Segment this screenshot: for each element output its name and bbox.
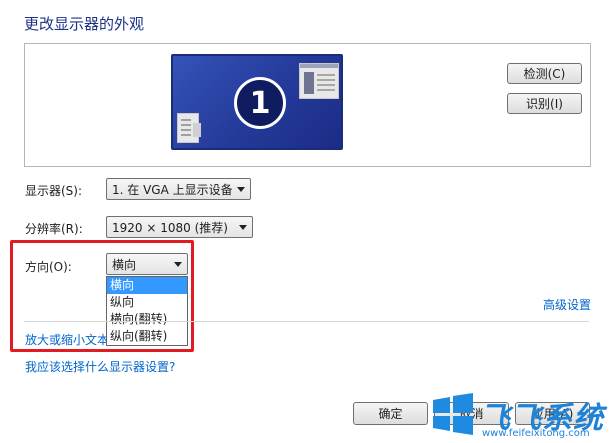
orientation-option[interactable]: 纵向 bbox=[107, 294, 187, 311]
help-link[interactable]: 我应该选择什么显示器设置? bbox=[25, 358, 175, 375]
orientation-label: 方向(O): bbox=[25, 260, 72, 274]
orientation-option[interactable]: 横向 bbox=[107, 277, 187, 294]
orientation-option[interactable]: 纵向(翻转) bbox=[107, 328, 187, 345]
ok-button[interactable]: 确定 bbox=[353, 402, 428, 425]
watermark-logo: 飞飞系统 www.feifeixitong.com bbox=[430, 392, 611, 443]
watermark-url: www.feifeixitong.com bbox=[482, 428, 590, 439]
advanced-settings-link[interactable]: 高级设置 bbox=[543, 296, 591, 313]
chevron-down-icon bbox=[237, 187, 245, 192]
orientation-dropdown-list: 横向 纵向 横向(翻转) 纵向(翻转) bbox=[106, 276, 188, 346]
display-label: 显示器(S): bbox=[25, 184, 83, 198]
orientation-select[interactable]: 横向 bbox=[106, 253, 188, 275]
display-select-value: 1. 在 VGA 上显示设备 bbox=[112, 182, 233, 197]
detect-button[interactable]: 检测(C) bbox=[507, 63, 582, 84]
identify-button[interactable]: 识别(I) bbox=[507, 93, 582, 114]
resolution-label: 分辨率(R): bbox=[25, 222, 83, 236]
desktop-window-icon bbox=[299, 63, 339, 99]
desktop-tiny-window-icon bbox=[193, 123, 201, 137]
chevron-down-icon bbox=[174, 262, 182, 267]
page-title: 更改显示器的外观 bbox=[24, 15, 145, 33]
display-select[interactable]: 1. 在 VGA 上显示设备 bbox=[106, 178, 251, 200]
orientation-select-value: 横向 bbox=[112, 257, 137, 272]
orientation-option[interactable]: 横向(翻转) bbox=[107, 311, 187, 328]
divider bbox=[24, 321, 589, 322]
monitor-number-badge: 1 bbox=[234, 77, 286, 129]
chevron-down-icon bbox=[239, 225, 247, 230]
resolution-select-value: 1920 × 1080 (推荐) bbox=[112, 220, 228, 235]
text-size-link[interactable]: 放大或缩小文本 bbox=[25, 331, 109, 348]
resolution-select[interactable]: 1920 × 1080 (推荐) bbox=[106, 216, 253, 238]
windows-logo-icon bbox=[433, 393, 473, 435]
